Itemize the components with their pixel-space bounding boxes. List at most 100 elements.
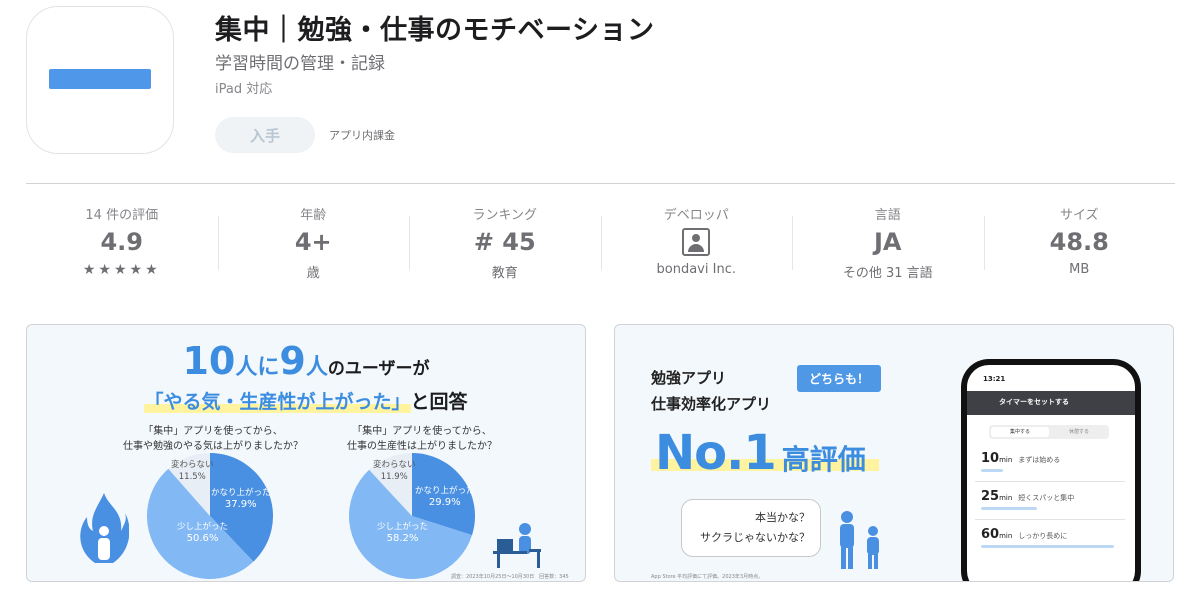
s1-unit1: 人に (235, 355, 280, 380)
no1-rest: 高評価 (781, 443, 866, 476)
pie2-unchanged-pct: 11.9% (380, 472, 408, 482)
developer-icon-wrap (601, 227, 793, 257)
pie1-unchanged-text: 変わらない (171, 460, 214, 470)
bubble-line2: サクラじゃないかな？ (700, 531, 810, 544)
app-icon-bar (49, 69, 151, 89)
s1-subheadline: 「やる気・生産性が上がった」と回答 (27, 387, 585, 414)
q1-line1: 「集中」アプリを使ってから、 (143, 426, 283, 437)
pie2-label-unchanged: 変わらない 11.9% (373, 459, 416, 483)
s1-headline-rest: のユーザーが (327, 359, 430, 379)
size-value: 48.8 (1049, 228, 1109, 256)
header-divider (26, 183, 1175, 184)
age-label: 年齢 (300, 208, 327, 223)
ranking-label: ランキング (472, 208, 538, 223)
language-sub: その他 31 言語 (842, 266, 933, 281)
ranking-value: # 45 (473, 228, 536, 256)
timer-60-progress (981, 545, 1114, 548)
developer-label: デベロッパ (663, 208, 729, 223)
pie1-label-unchanged: 変わらない 11.5% (171, 459, 214, 483)
info-size: サイズ 48.8 MB (983, 198, 1176, 290)
timer-25-progress (981, 507, 1037, 510)
rating-count-label: 14 件の評価 (85, 208, 159, 223)
pie1-little-text: 少し上がった (177, 522, 229, 532)
ipad-compat-label: iPad 対応 (215, 82, 273, 97)
info-rating: 14 件の評価 4.9 ★★★★★ (26, 198, 218, 290)
timer-10-unit: min (999, 456, 1013, 464)
timer-sep-1 (975, 481, 1125, 482)
app-subtitle: 学習時間の管理・記録 (215, 54, 385, 74)
pie1-much-pct: 37.9% (224, 499, 257, 510)
q2-text: 「集中」アプリを使ってから、 仕事の生産性は上がりましたか？ (347, 424, 497, 454)
s2-footnote: App Store 平均評価にて評価。2023年3月時点。 (651, 574, 764, 580)
pie2-little-text: 少し上がった (377, 522, 429, 532)
app-title: 集中｜勉強・仕事のモチベーション (215, 15, 655, 46)
timer-row-60: 60min しっかり長めに (981, 527, 1131, 542)
age-sub: 歳 (306, 266, 320, 281)
timer-row-25: 25min 短くスパッと集中 (981, 489, 1131, 504)
pie2-label-much: かなり上がった 29.9% (415, 485, 475, 509)
q2-line1: 「集中」アプリを使ってから、 (352, 426, 492, 437)
info-language[interactable]: 言語 JA その他 31 言語 (792, 198, 984, 290)
people-icon (840, 511, 879, 569)
timer-10-progress (981, 469, 1003, 472)
s1-headline: 10人に9人のユーザーが (27, 339, 585, 383)
screenshot-1[interactable]: 10人に9人のユーザーが 「やる気・生産性が上がった」と回答 「集中」アプリを使… (26, 324, 586, 582)
timer-60-desc: しっかり長めに (1018, 532, 1068, 540)
pie2-label-little: 少し上がった 58.2% (377, 521, 428, 545)
timer-25-desc: 短くスパッと集中 (1018, 494, 1075, 502)
phone-top-label: タイマーをセットする (999, 398, 1069, 406)
both-badge: どちらも！ (797, 365, 881, 392)
timer-25-num: 25 (981, 489, 1000, 504)
pie1-label-little: 少し上がった 50.6% (177, 521, 228, 545)
info-age: 年齢 4+ 歳 (217, 198, 410, 290)
rating-stars: ★★★★★ (82, 262, 161, 278)
speech-bubble: 本当かな？ サクラじゃないかな？ (681, 499, 821, 557)
timer-row-10: 10min まずは始める (981, 451, 1131, 466)
desk-worker-icon (493, 523, 541, 568)
age-value: 4+ (294, 228, 332, 256)
phone-seg-focus: 集中する (991, 427, 1049, 437)
language-value: JA (873, 228, 902, 256)
pie2-unchanged-text: 変わらない (373, 460, 416, 470)
pie2-much-pct: 29.9% (428, 497, 461, 508)
phone-time: 13:21 (983, 375, 1006, 383)
no1-text: No.1 (655, 425, 777, 481)
pie1-unchanged-pct: 11.5% (178, 472, 206, 482)
q2-line2: 仕事の生産性は上がりましたか？ (347, 441, 497, 452)
timer-60-unit: min (999, 532, 1013, 540)
s1-num-9: 9 (279, 339, 306, 383)
screenshot-2[interactable]: 勉強アプリ 仕事効率化アプリ どちらも！ No.1 高評価 本当かな？ サクラじゃ… (614, 324, 1174, 582)
s1-unit2: 人 (305, 355, 328, 380)
pie1-little-pct: 50.6% (186, 533, 219, 544)
developer-name: bondavi Inc. (656, 262, 736, 277)
get-button[interactable]: 入手 (215, 117, 315, 153)
pie2-much-text: かなり上がった (415, 486, 475, 496)
timer-10-desc: まずは始める (1018, 456, 1061, 464)
phone-mockup: 13:21 タイマーをセットする 集中する 休憩する 10min まずは始める 2… (961, 359, 1141, 581)
s2-line1: 勉強アプリ (651, 369, 727, 387)
pie1-much-text: かなり上がった (211, 488, 271, 498)
phone-screen: 13:21 タイマーをセットする 集中する 休憩する 10min まずは始める 2… (967, 365, 1135, 581)
info-row: 14 件の評価 4.9 ★★★★★ 年齢 4+ 歳 ランキング # 45 教育 … (26, 198, 1175, 290)
phone-seg-break: 休憩する (1068, 429, 1089, 435)
app-icon (26, 6, 174, 154)
ranking-category: 教育 (491, 266, 518, 281)
no1-heading: No.1 高評価 (655, 425, 866, 481)
timer-60-num: 60 (981, 527, 1000, 542)
size-label: サイズ (1059, 208, 1099, 223)
info-developer[interactable]: デベロッパ bondavi Inc. (600, 198, 793, 290)
timer-25-unit: min (999, 494, 1013, 502)
rating-value: 4.9 (100, 228, 143, 256)
timer-sep-2 (975, 519, 1125, 520)
q1-line2: 仕事や勉強のやる気は上がりましたか？ (123, 441, 303, 452)
pie1-label-much: かなり上がった 37.9% (211, 487, 271, 511)
language-label: 言語 (874, 208, 901, 223)
info-ranking[interactable]: ランキング # 45 教育 (409, 198, 601, 290)
in-app-purchase-label: アプリ内課金 (329, 129, 395, 142)
flame-person-icon (80, 493, 129, 563)
s1-num-10: 10 (182, 339, 236, 383)
s1-sub-rest: と回答 (410, 391, 468, 413)
bubble-line1: 本当かな？ (755, 511, 810, 524)
size-unit: MB (1069, 262, 1090, 277)
person-square-icon (682, 228, 711, 256)
